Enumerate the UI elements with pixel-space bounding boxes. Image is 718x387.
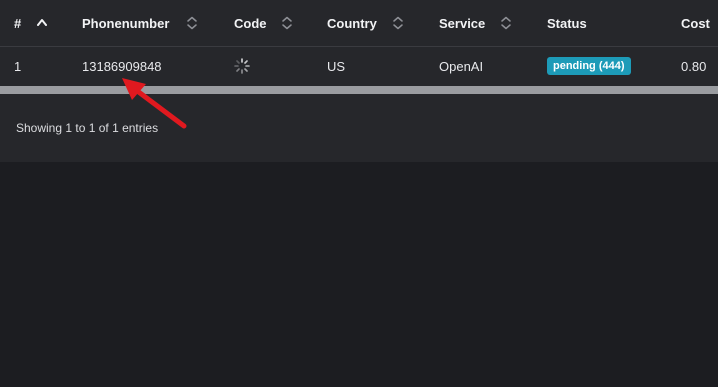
cell-service: OpenAI [439, 58, 484, 74]
sort-ascending-icon[interactable] [37, 16, 47, 30]
sort-toggle-icon[interactable] [187, 16, 197, 30]
column-header-service[interactable]: Service [439, 0, 485, 46]
cell-country: US [327, 58, 346, 74]
status-badge: pending (444) [547, 57, 631, 75]
table-header-row: # Phonenumber Code Country Service Statu… [0, 0, 718, 47]
sort-toggle-icon[interactable] [501, 16, 511, 30]
cell-code [234, 47, 250, 85]
column-header-index[interactable]: # [14, 0, 21, 46]
sort-toggle-icon[interactable] [393, 16, 403, 30]
red-annotation-arrow-icon [122, 78, 187, 129]
table-panel: # Phonenumber Code Country Service Statu… [0, 0, 718, 162]
column-header-phonenumber[interactable]: Phonenumber [82, 0, 169, 46]
column-header-service-label: Service [439, 15, 486, 31]
sort-toggle-icon[interactable] [282, 16, 292, 30]
column-header-cost-label: Cost [681, 15, 710, 31]
loading-spinner-icon [234, 58, 250, 74]
cell-index: 1 [14, 58, 22, 74]
column-header-phonenumber-label: Phonenumber [82, 15, 170, 31]
column-header-code[interactable]: Code [234, 0, 267, 46]
column-header-status-label: Status [547, 15, 587, 31]
horizontal-scrollbar[interactable] [0, 86, 718, 94]
column-header-index-label: # [14, 15, 22, 31]
column-header-code-label: Code [234, 15, 267, 31]
column-header-country[interactable]: Country [327, 0, 377, 46]
cell-cost: 0.80 [681, 58, 707, 74]
table-row[interactable]: 1 13186909848 US OpenAI pending (444) 0.… [0, 47, 718, 85]
column-header-cost[interactable]: Cost [681, 0, 710, 46]
cell-status: pending (444) [547, 47, 631, 85]
column-header-status[interactable]: Status [547, 0, 587, 46]
column-header-country-label: Country [327, 15, 377, 31]
